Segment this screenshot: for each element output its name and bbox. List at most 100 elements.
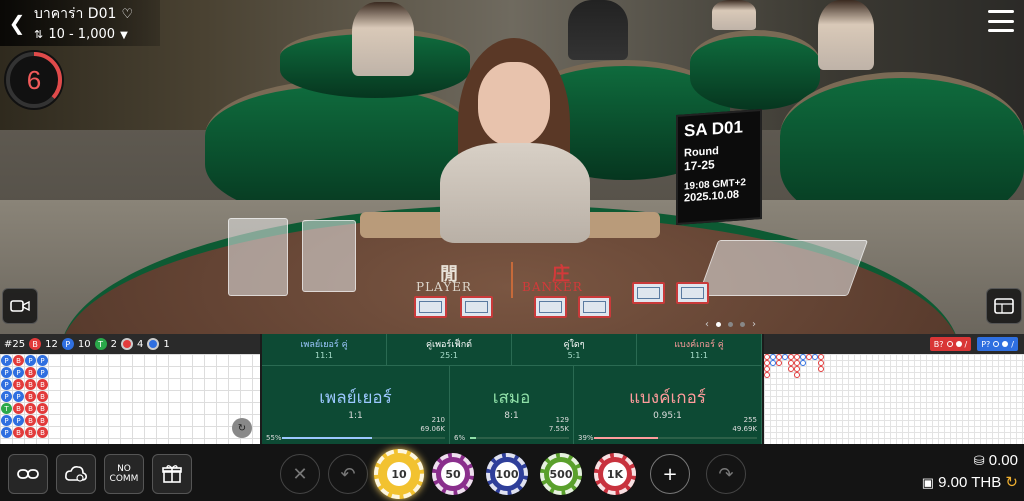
refresh-balance-icon[interactable]: ↻ xyxy=(1005,474,1018,491)
balance-panel: ⛁ 0.00 ▣ 9.00 THB ↻ xyxy=(922,450,1018,494)
chevron-right-icon[interactable]: › xyxy=(752,319,756,330)
table-title-row[interactable]: บาคาร่า D01 ♡ xyxy=(34,3,133,23)
page-indicator[interactable]: ‹ › xyxy=(705,319,756,330)
tie-count: 2 xyxy=(110,338,117,350)
big-road[interactable]: B? / P? / xyxy=(764,334,1024,444)
side-bet-2[interactable]: คู่ใดๆ 5:1 xyxy=(512,334,637,365)
chevron-left-icon[interactable]: ‹ xyxy=(705,319,709,330)
bead-result: B xyxy=(37,415,48,426)
bettor-count: 129 xyxy=(555,416,569,424)
banker-ask-button[interactable]: B? / xyxy=(929,337,972,351)
card-slot xyxy=(632,282,665,304)
main-bet-1[interactable]: เสมอ 8:1 129 7.55K 6% xyxy=(450,366,574,444)
no-commission-toggle[interactable]: NO COMM xyxy=(104,454,144,494)
player-label: PLAYER xyxy=(416,280,472,294)
repeat-bet-button[interactable]: ↷ xyxy=(706,454,746,494)
menu-button[interactable] xyxy=(988,10,1014,32)
main-bet-name: เพลย์เยอร์ xyxy=(319,388,392,408)
bet-area: เพลย์เยอร์ คู่ 11:1 คู่เพอร์เฟ็กต์ 25:1 คู่ใ… xyxy=(262,334,762,444)
background-dealer xyxy=(352,2,414,76)
bead-result: B xyxy=(13,403,24,414)
bet-volume: 7.55K xyxy=(548,425,569,433)
bead-result: P xyxy=(13,367,24,378)
bead-result: P xyxy=(13,391,24,402)
video-toggle-button[interactable] xyxy=(2,288,38,324)
hamburger-icon xyxy=(988,10,1014,13)
ring-icon xyxy=(993,341,1000,347)
video-camera-icon xyxy=(10,300,30,312)
bead-result: B xyxy=(25,427,36,438)
bead-road[interactable]: #25 B 12 P 10 T 2 4 1 PPPPTPPBPBPBPBPBBB… xyxy=(0,334,260,444)
table-header: ❮ บาคาร่า D01 ♡ ⇅ 10 - 1,000 ▼ xyxy=(0,0,160,46)
big-road-mark xyxy=(764,372,770,378)
bead-result: B xyxy=(37,403,48,414)
countdown-timer: 6 xyxy=(4,50,64,110)
bottom-toolbar: NO COMM ✕ ↶ 10 50 100 500 1K + ↷ ⛁ 0.00 xyxy=(0,444,1024,501)
chip-4[interactable]: 1K xyxy=(594,453,636,495)
swap-icon: ⇅ xyxy=(34,27,44,41)
chip-2[interactable]: 100 xyxy=(486,453,528,495)
page-dot[interactable] xyxy=(716,322,721,327)
back-button[interactable]: ❮ xyxy=(0,0,34,46)
side-bet-0[interactable]: เพลย์เยอร์ คู่ 11:1 xyxy=(262,334,387,365)
multi-table-button[interactable] xyxy=(8,454,48,494)
main-bet-name: แบงค์เกอร์ xyxy=(629,388,706,408)
timer-ring-icon xyxy=(6,52,62,108)
roadmap-view-button[interactable] xyxy=(986,288,1022,324)
page-dot[interactable] xyxy=(728,322,733,327)
bead-result: P xyxy=(1,391,12,402)
gift-button[interactable] xyxy=(152,454,192,494)
side-bet-1[interactable]: คู่เพอร์เฟ็กต์ 25:1 xyxy=(387,334,512,365)
bet-percent-bar xyxy=(594,437,757,439)
redo-icon: ↷ xyxy=(718,463,734,485)
wallet-row: ▣ 9.00 THB ↻ xyxy=(922,472,1018,494)
main-bet-0[interactable]: เพลย์เยอร์ 1:1 210 69.06K 55% xyxy=(262,366,450,444)
main-bet-name: เสมอ xyxy=(492,388,531,408)
chip-value: 50 xyxy=(441,462,465,486)
side-bet-odds: 11:1 xyxy=(315,351,333,360)
wallet-balance: 9.00 THB xyxy=(938,474,1002,491)
chip-0[interactable]: 10 xyxy=(374,449,424,499)
ask-road-buttons: B? / P? / xyxy=(764,334,1024,354)
side-bet-odds: 11:1 xyxy=(690,351,708,360)
heart-icon[interactable]: ♡ xyxy=(122,7,134,22)
side-bet-3[interactable]: แบงค์เกอร์ คู่ 11:1 xyxy=(637,334,762,365)
big-road-mark xyxy=(818,366,824,372)
background-table xyxy=(690,30,820,110)
undo-button[interactable]: ↶ xyxy=(328,454,368,494)
chevron-left-icon: ❮ xyxy=(8,11,26,35)
dot-icon xyxy=(955,341,962,347)
bead-result: B xyxy=(37,379,48,390)
big-road-grid xyxy=(764,354,1024,444)
main-bet-2[interactable]: แบงค์เกอร์ 0.95:1 255 49.69K 39% xyxy=(574,366,762,444)
cancel-bet-button[interactable]: ✕ xyxy=(280,454,320,494)
bet-limit-selector[interactable]: ⇅ 10 - 1,000 ▼ xyxy=(34,23,133,44)
undo-icon: ↶ xyxy=(340,463,356,485)
bet-volume: 49.69K xyxy=(732,425,757,433)
bead-result: B xyxy=(13,427,24,438)
player-ask-label: P? xyxy=(981,339,991,349)
background-dealer xyxy=(712,0,756,30)
baccarat-game-screen: 閒 PLAYER 庄 BANKER SA D01 Round 17-25 19:… xyxy=(0,0,1024,501)
round-info-card: SA D01 Round 17-25 19:08 GMT+2 2025.10.0… xyxy=(676,108,762,226)
player-ask-button[interactable]: P? / xyxy=(977,337,1018,351)
side-bet-name: เพลย์เยอร์ คู่ xyxy=(300,340,348,350)
chat-button[interactable] xyxy=(56,454,96,494)
chip-3[interactable]: 500 xyxy=(540,453,582,495)
road-toggle-button[interactable]: ↻ xyxy=(232,418,252,438)
round-count: #25 xyxy=(4,338,26,350)
chip-stack-icon: ⛁ xyxy=(973,453,985,468)
bet-percent-bar xyxy=(470,437,569,439)
live-video-feed: 閒 PLAYER 庄 BANKER SA D01 Round 17-25 19:… xyxy=(0,0,1024,336)
table-divider xyxy=(511,262,513,298)
cloud-info-icon xyxy=(65,466,87,482)
page-dot[interactable] xyxy=(740,322,745,327)
add-chip-button[interactable]: + xyxy=(650,454,690,494)
chip-1[interactable]: 50 xyxy=(432,453,474,495)
chip-value: 500 xyxy=(549,462,573,486)
banker-label: BANKER xyxy=(522,280,583,294)
bead-result: P xyxy=(1,355,12,366)
bead-result: B xyxy=(13,355,24,366)
gift-icon xyxy=(162,465,182,483)
refresh-icon: ↻ xyxy=(237,422,247,434)
